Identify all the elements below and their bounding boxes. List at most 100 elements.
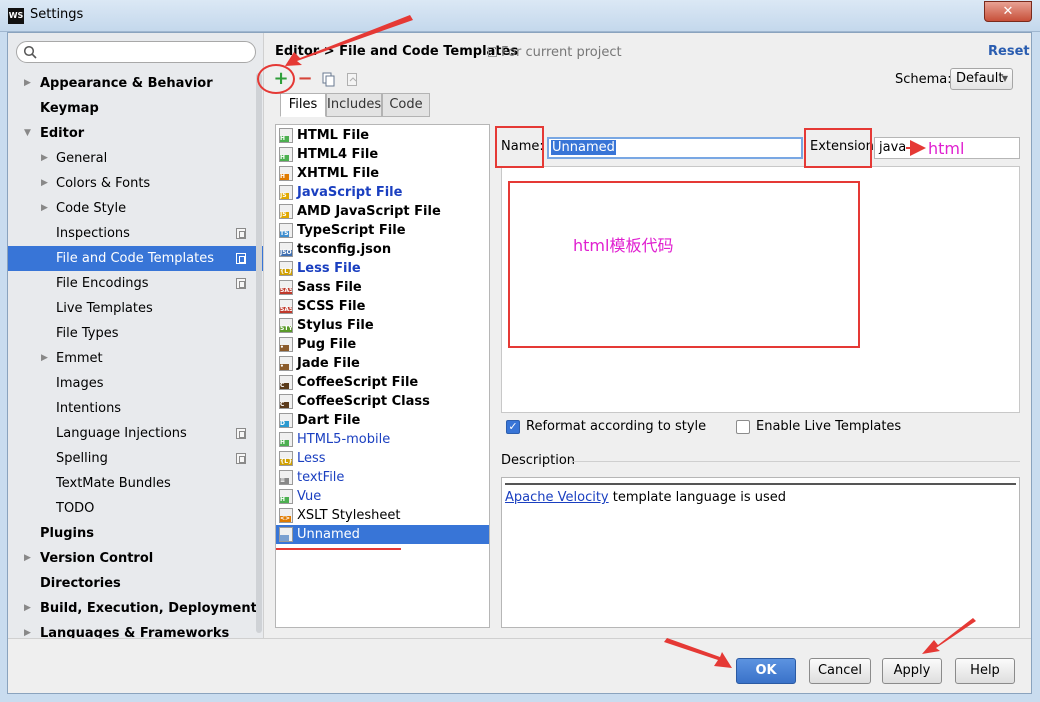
sidebar-item-emmet[interactable]: ▶ Emmet [8,346,263,371]
remove-template-button[interactable]: − [296,69,314,91]
sidebar-item-appearance-behavior[interactable]: ▶ Appearance & Behavior [8,71,263,96]
sidebar-item-file-encodings[interactable]: File Encodings [8,271,263,296]
file-type-badge: H [280,497,289,503]
tab-files[interactable]: Files [280,93,326,117]
apply-button[interactable]: Apply [882,658,942,684]
list-item[interactable]: SASS Sass File [276,278,489,297]
file-type-icon: SASS [279,299,293,314]
help-button[interactable]: Help [955,658,1015,684]
list-item[interactable]: {L} Less [276,449,489,468]
tab-code[interactable]: Code [382,93,430,117]
file-type-icon: H [279,128,293,143]
sidebar-item-file-and-code-templates[interactable]: File and Code Templates [8,246,263,271]
file-type-icon: {L} [279,261,293,276]
sidebar-item-label: Live Templates [56,301,153,316]
list-item[interactable]: H HTML4 File [276,145,489,164]
sidebar-item-todo[interactable]: TODO [8,496,263,521]
list-item[interactable]: C CoffeeScript Class [276,392,489,411]
window-title: Settings [30,7,84,22]
apache-velocity-link[interactable]: Apache Velocity [505,490,609,505]
project-scope-icon [236,253,246,264]
file-type-badge: STYL [280,326,292,332]
reset-template-button[interactable] [344,69,362,91]
list-item[interactable]: <> XSLT Stylesheet [276,506,489,525]
scope-note: For current project [488,45,622,60]
list-item[interactable]: ≡ textFile [276,468,489,487]
settings-search-input[interactable] [16,41,256,63]
list-item[interactable]: • Pug File [276,335,489,354]
sidebar-item-label: File and Code Templates [56,251,214,266]
file-type-icon: TS [279,223,293,238]
chevron-right-icon[interactable]: ▶ [24,71,31,96]
list-item[interactable]: • Jade File [276,354,489,373]
template-name: CoffeeScript File [297,375,419,390]
copy-template-button[interactable] [320,69,338,91]
file-type-icon: H [279,489,293,504]
schema-value: Default [956,71,1004,86]
sidebar-item-editor[interactable]: ▼ Editor [8,121,263,146]
chevron-right-icon[interactable]: ▶ [41,196,48,221]
list-item[interactable]: {L} Less File [276,259,489,278]
sidebar-item-directories[interactable]: Directories [8,571,263,596]
sidebar-item-languages-frameworks[interactable]: ▶ Languages & Frameworks [8,621,263,638]
sidebar-item-images[interactable]: Images [8,371,263,396]
tab-includes[interactable]: Includes [326,93,382,117]
list-item[interactable]: D Dart File [276,411,489,430]
chevron-right-icon[interactable]: ▶ [24,596,31,621]
sidebar-item-version-control[interactable]: ▶ Version Control [8,546,263,571]
ok-button[interactable]: OK [736,658,796,684]
list-item[interactable]: C CoffeeScript File [276,373,489,392]
chevron-right-icon[interactable]: ▶ [24,621,31,638]
list-item[interactable]: JS JavaScript File [276,183,489,202]
chevron-right-icon[interactable]: ▶ [41,346,48,371]
sidebar-item-colors-fonts[interactable]: ▶ Colors & Fonts [8,171,263,196]
template-name: Jade File [297,356,360,371]
list-item[interactable]: JSON tsconfig.json [276,240,489,259]
cancel-button[interactable]: Cancel [809,658,871,684]
checkbox-unchecked-icon[interactable] [736,420,750,434]
sidebar-item-live-templates[interactable]: Live Templates [8,296,263,321]
sidebar-item-language-injections[interactable]: Language Injections [8,421,263,446]
reset-link[interactable]: Reset [988,44,1030,59]
list-item[interactable]: JS AMD JavaScript File [276,202,489,221]
window-close-button[interactable]: ✕ [984,1,1032,22]
sidebar-item-inspections[interactable]: Inspections [8,221,263,246]
sidebar-item-keymap[interactable]: Keymap [8,96,263,121]
chevron-right-icon[interactable]: ▶ [24,546,31,571]
list-item[interactable]: H Vue [276,487,489,506]
sidebar-item-textmate-bundles[interactable]: TextMate Bundles [8,471,263,496]
sidebar-item-spelling[interactable]: Spelling [8,446,263,471]
chevron-right-icon[interactable]: ▶ [41,171,48,196]
sidebar-item-build-execution-deployment[interactable]: ▶ Build, Execution, Deployment [8,596,263,621]
template-name: Stylus File [297,318,374,333]
list-item[interactable]: TS TypeScript File [276,221,489,240]
schema-dropdown[interactable]: Default ▼ [950,68,1013,90]
page-title: Editor > File and Code Templates [275,44,519,59]
tree-scrollbar[interactable] [256,73,262,633]
list-item[interactable]: H HTML5-mobile [276,430,489,449]
template-name-value: Unnamed [551,140,616,155]
template-name-input[interactable]: Unnamed [547,137,803,159]
project-scope-icon [236,428,246,439]
live-templates-checkbox[interactable]: Enable Live Templates [736,418,936,436]
list-item[interactable]: STYL Stylus File [276,316,489,335]
annotation-box-extension [804,128,872,168]
sidebar-item-intentions[interactable]: Intentions [8,396,263,421]
chevron-right-icon[interactable]: ▶ [41,146,48,171]
settings-tree: ▶ Appearance & Behavior Keymap ▼ Editor ▶ Gene… [8,33,264,638]
list-item[interactable]: H XHTML File [276,164,489,183]
sidebar-item-code-style[interactable]: ▶ Code Style [8,196,263,221]
checkbox-checked-icon[interactable]: ✓ [506,420,520,434]
sidebar-item-label: Colors & Fonts [56,176,151,191]
list-item[interactable]: SASS SCSS File [276,297,489,316]
template-name: HTML5-mobile [297,432,391,447]
list-item[interactable]: H HTML File [276,126,489,145]
file-type-badge: H [280,174,289,180]
sidebar-item-file-types[interactable]: File Types [8,321,263,346]
search-icon [23,45,37,59]
sidebar-item-general[interactable]: ▶ General [8,146,263,171]
sidebar-item-plugins[interactable]: Plugins [8,521,263,546]
reformat-checkbox[interactable]: ✓ Reformat according to style [506,418,726,436]
list-item[interactable]: Unnamed [276,525,489,544]
chevron-down-icon[interactable]: ▼ [24,121,31,146]
